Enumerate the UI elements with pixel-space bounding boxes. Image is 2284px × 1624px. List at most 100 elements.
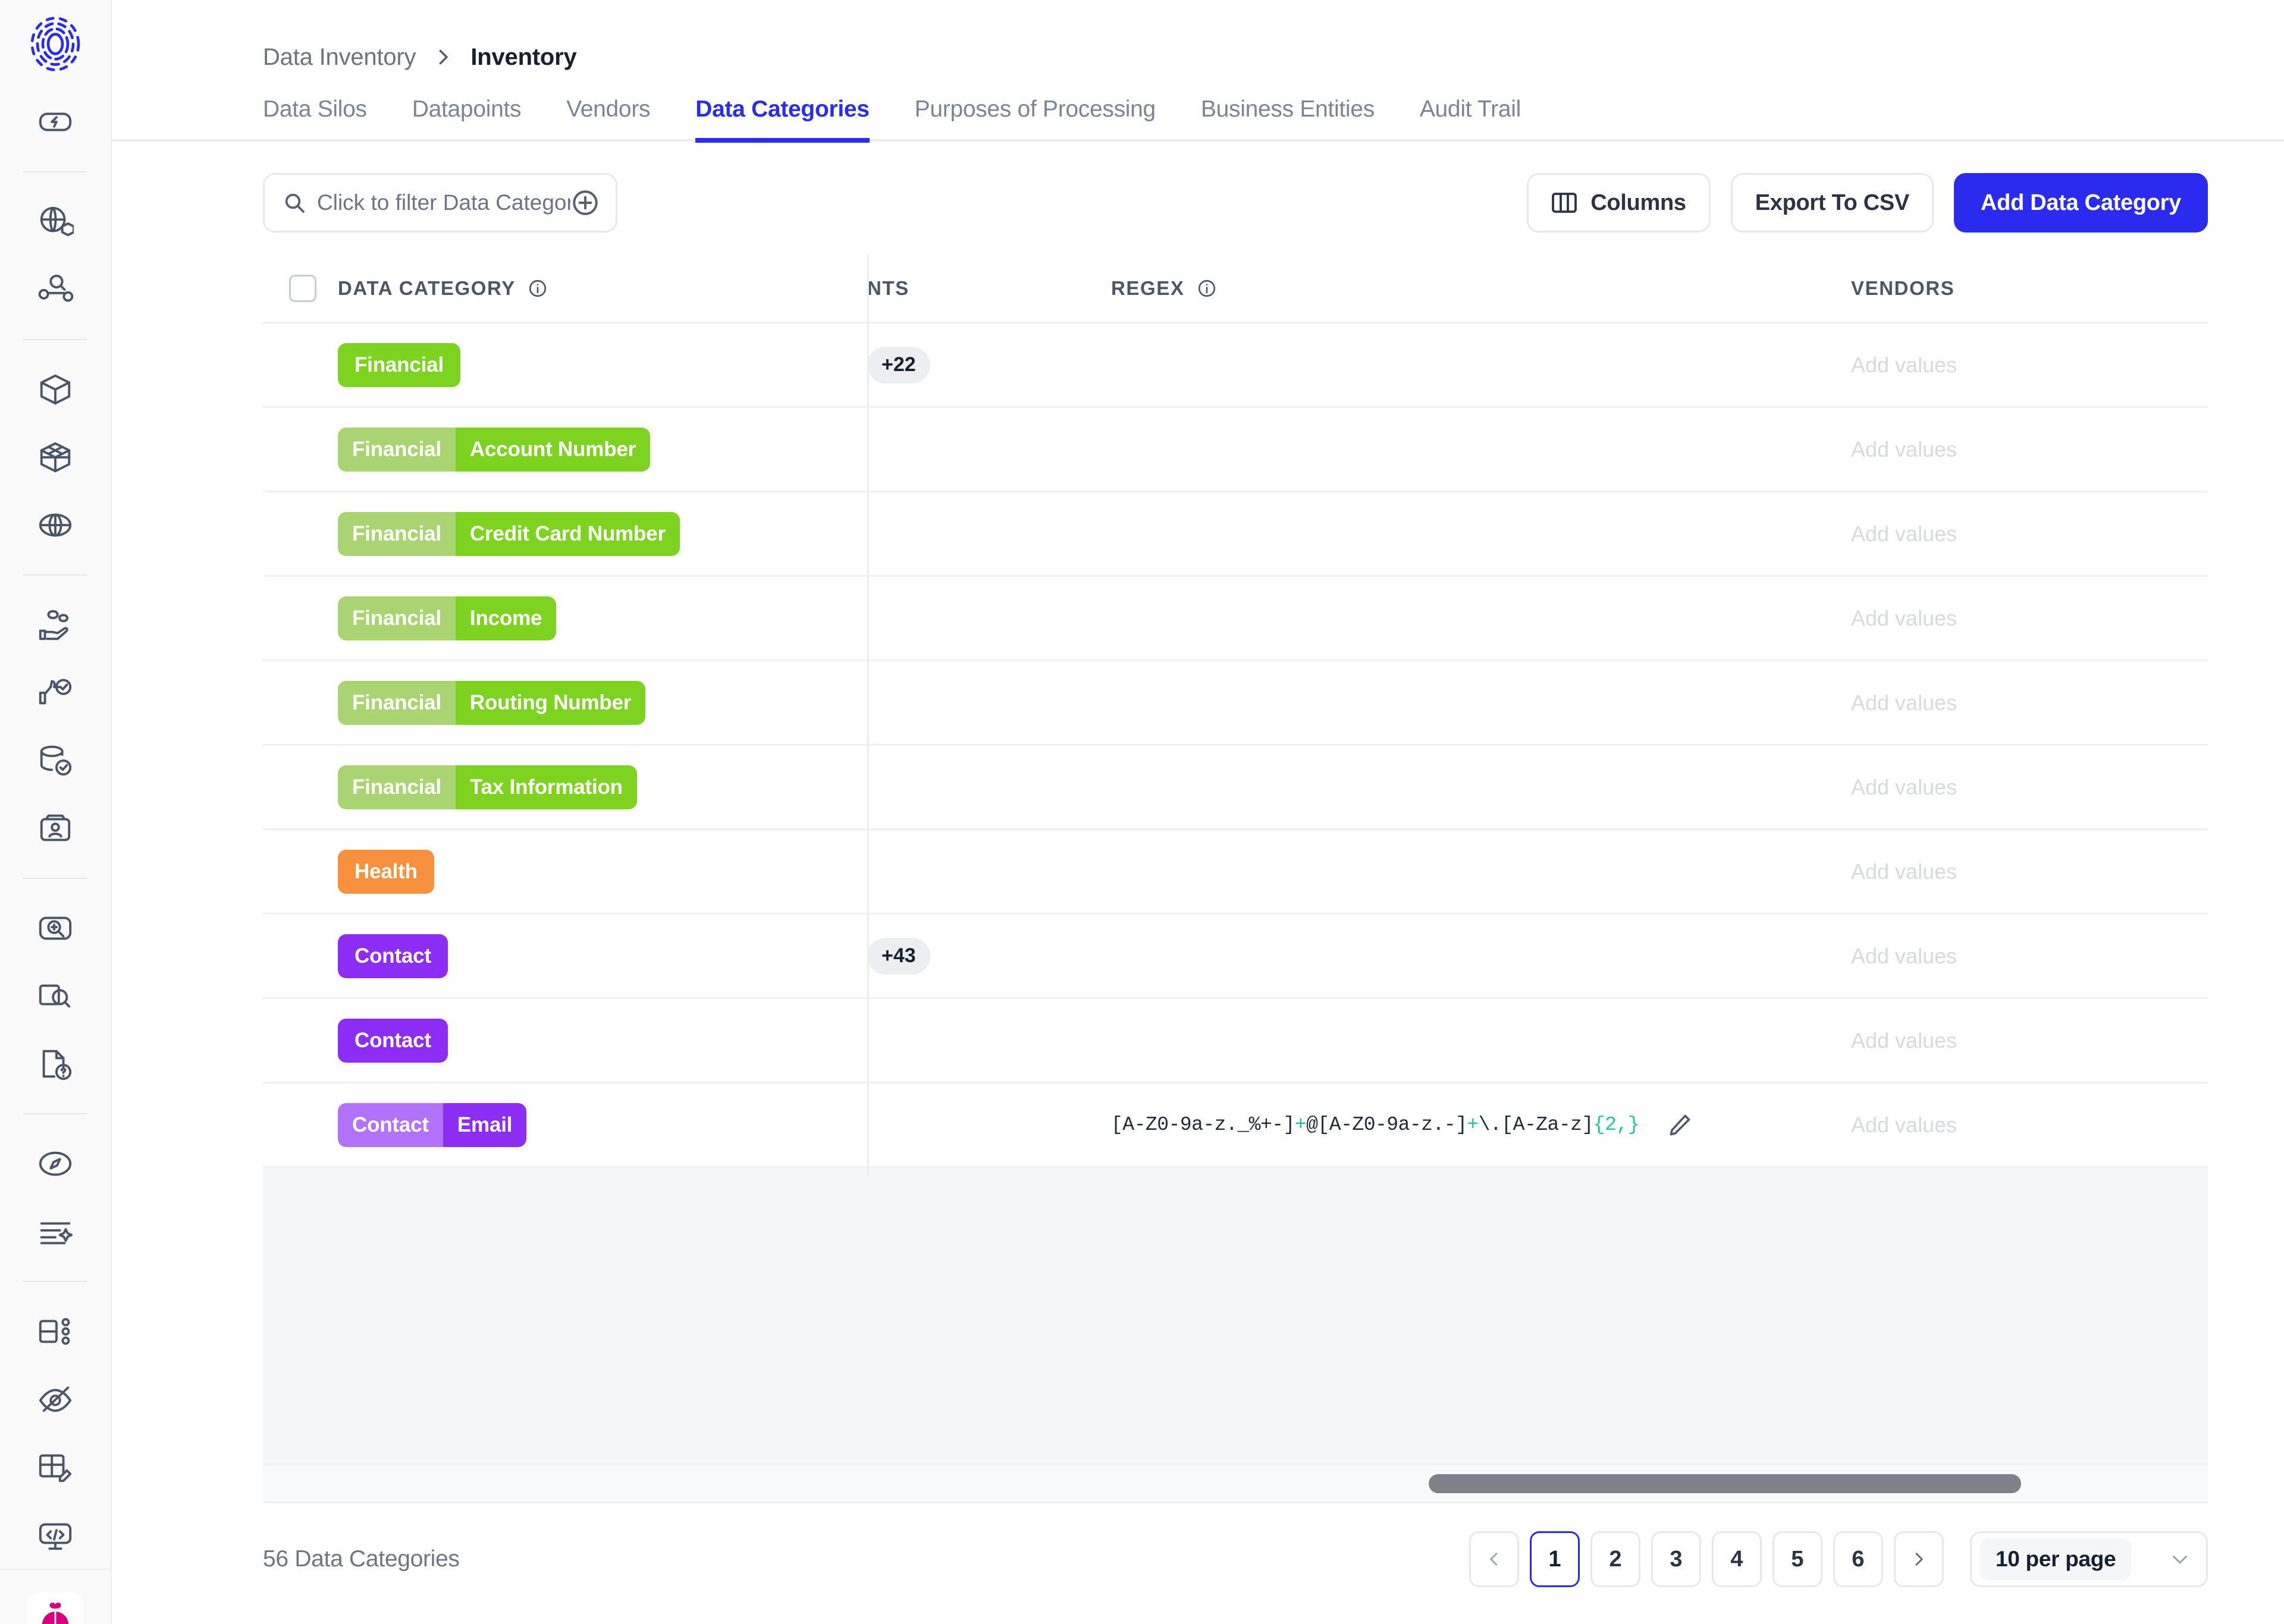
vendors-add-values[interactable]: Add values bbox=[1851, 944, 1957, 969]
datapoints-count-badge[interactable]: +43 bbox=[867, 938, 930, 975]
pagination-next-button[interactable] bbox=[1894, 1531, 1944, 1587]
plus-circle-icon[interactable] bbox=[570, 188, 600, 218]
vendors-add-values[interactable]: Add values bbox=[1851, 1113, 1957, 1138]
id-card-icon bbox=[37, 810, 74, 847]
data-category-tag[interactable]: FinancialIncome bbox=[338, 596, 556, 640]
sidebar-item-inventory[interactable] bbox=[27, 356, 84, 423]
search-box[interactable] bbox=[263, 173, 617, 233]
pagination-page-6[interactable]: 6 bbox=[1833, 1531, 1883, 1587]
data-category-tag[interactable]: FinancialCredit Card Number bbox=[338, 512, 680, 556]
sidebar-item-templates[interactable] bbox=[27, 1433, 84, 1501]
vendors-add-values[interactable]: Add values bbox=[1851, 775, 1957, 800]
tag-child-label: Email bbox=[443, 1103, 526, 1147]
sidebar-item-reports[interactable] bbox=[27, 962, 84, 1030]
export-csv-label: Export To CSV bbox=[1755, 190, 1909, 216]
tab-bar: Data Silos Datapoints Vendors Data Categ… bbox=[112, 77, 2284, 142]
sidebar-item-catalog[interactable] bbox=[27, 423, 84, 491]
sidebar-item-activity[interactable] bbox=[27, 88, 84, 156]
vendors-add-values[interactable]: Add values bbox=[1851, 690, 1957, 715]
tab-data-silos[interactable]: Data Silos bbox=[263, 96, 367, 143]
sidebar-item-ai-summary[interactable] bbox=[27, 1198, 84, 1265]
sidebar-item-regions[interactable] bbox=[27, 491, 84, 559]
export-csv-button[interactable]: Export To CSV bbox=[1731, 173, 1934, 233]
data-category-tag[interactable]: Financial bbox=[338, 343, 460, 387]
layout-edit-icon bbox=[37, 1449, 74, 1485]
table-row[interactable]: FinancialIncome Add values bbox=[263, 577, 2208, 661]
pagination-page-1[interactable]: 1 bbox=[1530, 1531, 1580, 1587]
table-row[interactable]: FinancialRouting Number Add values bbox=[263, 661, 2208, 746]
select-all-checkbox[interactable] bbox=[289, 275, 316, 302]
bot-avatar[interactable] bbox=[27, 1592, 84, 1624]
sidebar-nav bbox=[0, 88, 111, 1569]
sidebar-item-pathfinder[interactable] bbox=[27, 1130, 84, 1198]
pagination-page-2[interactable]: 2 bbox=[1590, 1531, 1640, 1587]
app-logo[interactable] bbox=[27, 0, 84, 88]
sidebar-item-data-governance[interactable] bbox=[27, 727, 84, 794]
tab-vendors[interactable]: Vendors bbox=[566, 96, 650, 143]
sidebar-item-identity[interactable] bbox=[27, 794, 84, 862]
table-row[interactable]: Contact Add values bbox=[263, 999, 2208, 1083]
table-row[interactable]: ContactEmail[A-Z0-9a-z._%+-]+@[A-Z0-9a-z… bbox=[263, 1083, 2208, 1168]
breadcrumb: Data Inventory Inventory bbox=[112, 0, 2284, 77]
tab-data-categories[interactable]: Data Categories bbox=[695, 96, 869, 143]
data-category-tag[interactable]: FinancialRouting Number bbox=[338, 681, 645, 725]
pagination-page-5[interactable]: 5 bbox=[1772, 1531, 1822, 1587]
pencil-icon[interactable] bbox=[1667, 1112, 1693, 1138]
per-page-select[interactable]: 10 per page bbox=[1970, 1531, 2208, 1587]
sidebar-item-structured-data[interactable] bbox=[27, 1298, 84, 1365]
code-monitor-icon bbox=[37, 1516, 74, 1553]
datapoints-count-badge[interactable]: +22 bbox=[867, 347, 930, 384]
pagination-prev-button[interactable] bbox=[1469, 1531, 1519, 1587]
info-icon[interactable] bbox=[1197, 278, 1217, 299]
vendors-add-values[interactable]: Add values bbox=[1851, 437, 1957, 462]
sidebar-item-consent[interactable] bbox=[27, 591, 84, 659]
compass-icon bbox=[37, 1145, 74, 1182]
vendors-add-values[interactable]: Add values bbox=[1851, 606, 1957, 631]
info-icon[interactable] bbox=[528, 278, 548, 299]
pagination-page-3[interactable]: 3 bbox=[1651, 1531, 1701, 1587]
toolbar: Columns Export To CSV Add Data Category bbox=[112, 142, 2284, 230]
data-category-tag[interactable]: Health bbox=[338, 850, 434, 894]
table-row[interactable]: Contact +43 Add values bbox=[263, 915, 2208, 999]
table-row[interactable]: FinancialCredit Card Number Add values bbox=[263, 492, 2208, 577]
sidebar-item-assessments[interactable] bbox=[27, 894, 84, 962]
data-category-tag[interactable]: FinancialTax Information bbox=[338, 765, 637, 809]
vendors-add-values[interactable]: Add values bbox=[1851, 859, 1957, 884]
data-categories-table: DATA CATEGORY NTS REGEX bbox=[263, 255, 2208, 1503]
tab-purposes-of-processing[interactable]: Purposes of Processing bbox=[915, 96, 1156, 143]
vendors-add-values[interactable]: Add values bbox=[1851, 353, 1957, 378]
horizontal-scrollbar[interactable] bbox=[263, 1465, 2208, 1503]
columns-button[interactable]: Columns bbox=[1527, 173, 1710, 233]
app-root: Data Inventory Inventory Data Silos Data… bbox=[0, 0, 2284, 1624]
data-category-tag[interactable]: Contact bbox=[338, 934, 448, 978]
tab-datapoints[interactable]: Datapoints bbox=[412, 96, 521, 143]
search-input[interactable] bbox=[306, 190, 570, 215]
data-category-tag[interactable]: FinancialAccount Number bbox=[338, 428, 650, 472]
pagination-page-4[interactable]: 4 bbox=[1712, 1531, 1762, 1587]
sidebar-item-preferences[interactable] bbox=[27, 659, 84, 727]
tag-parent-label: Contact bbox=[338, 934, 448, 978]
add-data-category-button[interactable]: Add Data Category bbox=[1954, 173, 2208, 233]
table-row[interactable]: Financial +22 Add values bbox=[263, 323, 2208, 408]
breadcrumb-parent[interactable]: Data Inventory bbox=[263, 44, 416, 71]
table-empty-space bbox=[263, 1168, 2208, 1465]
list-nodes-icon bbox=[37, 1313, 74, 1350]
sidebar-item-data-mapping[interactable] bbox=[27, 188, 84, 256]
tab-audit-trail[interactable]: Audit Trail bbox=[1420, 96, 1521, 143]
sidebar-item-requests[interactable] bbox=[27, 1030, 84, 1098]
search-icon bbox=[283, 191, 306, 215]
table-row[interactable]: Health Add values bbox=[263, 830, 2208, 915]
vendors-add-values[interactable]: Add values bbox=[1851, 1028, 1957, 1053]
table-body: Financial+22Add valuesFinancialAccount N… bbox=[263, 323, 2208, 1168]
horizontal-scrollbar-thumb[interactable] bbox=[1429, 1474, 2021, 1493]
sidebar-item-developer[interactable] bbox=[27, 1501, 84, 1569]
lightning-badge-icon bbox=[37, 103, 74, 140]
data-category-tag[interactable]: Contact bbox=[338, 1019, 448, 1063]
table-row[interactable]: FinancialTax Information Add values bbox=[263, 746, 2208, 830]
sidebar-item-discovery[interactable] bbox=[27, 256, 84, 323]
tab-business-entities[interactable]: Business Entities bbox=[1201, 96, 1375, 143]
sidebar-item-privacy[interactable] bbox=[27, 1365, 84, 1433]
data-category-tag[interactable]: ContactEmail bbox=[338, 1103, 526, 1147]
table-row[interactable]: FinancialAccount Number Add values bbox=[263, 408, 2208, 492]
vendors-add-values[interactable]: Add values bbox=[1851, 522, 1957, 546]
